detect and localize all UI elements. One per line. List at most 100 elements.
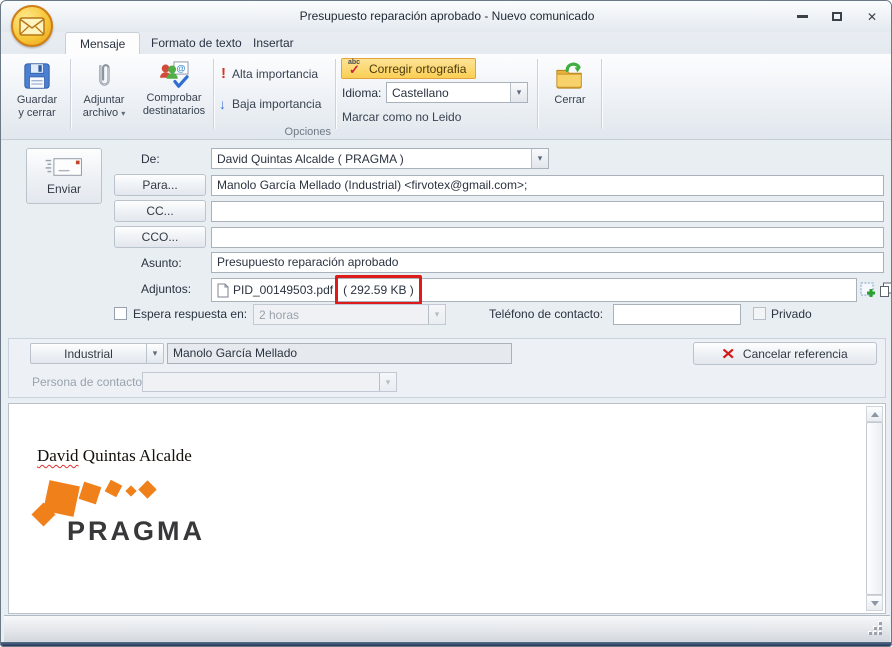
send-label: Enviar — [46, 182, 81, 196]
check-recipients-button[interactable]: @ Comprobar destinatarios — [137, 56, 211, 134]
save-close-button[interactable]: Guardar y cerrar — [7, 56, 67, 134]
document-icon — [217, 283, 229, 297]
copy-icon — [880, 282, 891, 297]
resize-grip[interactable] — [869, 622, 883, 636]
from-value: David Quintas Alcalde ( PRAGMA ) — [217, 151, 404, 166]
cc-button[interactable]: CC... — [114, 200, 206, 222]
save-close-label: Guardar y cerrar — [16, 94, 58, 119]
phone-label: Teléfono de contacto: — [489, 307, 604, 321]
minimize-icon — [796, 15, 808, 18]
reference-type-dropdown[interactable]: ▾ — [146, 343, 164, 364]
language-label: Idioma: — [342, 86, 382, 100]
chevron-down-icon[interactable]: ▾ — [531, 149, 548, 168]
send-button[interactable]: Enviar — [26, 148, 102, 204]
scroll-up-button[interactable] — [866, 406, 883, 422]
folder-exit-icon — [556, 62, 582, 89]
reference-panel: Industrial ▾ Manolo García Mellado ✕ Can… — [8, 338, 886, 398]
attachments-field[interactable]: PID_00149503.pdf ( 292.59 KB ) — [211, 275, 857, 305]
chevron-down-icon[interactable]: ▾ — [510, 83, 527, 102]
arrow-down-icon — [870, 600, 879, 606]
attachment-size-annotation: ( 292.59 KB ) — [335, 275, 422, 305]
pragma-logo-text: PRAGMA — [67, 516, 205, 546]
private-label: Privado — [771, 307, 812, 321]
app-envelope-icon[interactable] — [11, 5, 53, 47]
phone-input[interactable] — [613, 304, 741, 325]
spellcheck-button[interactable]: abc ✓ Corregir ortografia — [341, 58, 477, 79]
reference-type-button[interactable]: Industrial — [30, 343, 147, 364]
cancel-reference-button[interactable]: ✕ Cancelar referencia — [693, 342, 877, 365]
ribbon-tab-row: Mensaje Formato de texto Insertar — [1, 32, 891, 54]
ribbon-separator — [537, 59, 538, 129]
floppy-disk-icon — [24, 63, 50, 89]
recipients-icon: @ — [160, 61, 189, 88]
to-button[interactable]: Para... — [114, 174, 206, 196]
subject-label: Asunto: — [141, 256, 182, 270]
attach-file-label: Adjuntar archivo ▾ — [82, 94, 126, 119]
copy-attachment-button[interactable] — [878, 281, 891, 298]
private-checkbox[interactable] — [753, 307, 766, 320]
send-envelope-icon — [45, 158, 82, 176]
attachment-name[interactable]: PID_00149503.pdf — [233, 283, 333, 298]
cc-field[interactable] — [211, 201, 884, 222]
reference-name-field[interactable]: Manolo García Mellado — [167, 343, 512, 364]
high-importance-button[interactable]: ! Alta importancia — [221, 65, 319, 82]
cancel-reference-label: Cancelar referencia — [742, 346, 848, 361]
window-title: Presupuesto reparación aprobado - Nuevo … — [299, 9, 595, 23]
tab-formato-de-texto[interactable]: Formato de texto — [137, 32, 256, 54]
close-button[interactable]: ✕ — [865, 10, 879, 24]
to-field[interactable]: Manolo García Mellado (Industrial) <firv… — [211, 175, 884, 196]
high-importance-icon: ! — [221, 65, 226, 82]
spellcheck-icon: abc ✓ — [348, 59, 361, 77]
language-select[interactable]: Castellano ▾ — [386, 82, 528, 103]
ribbon-separator — [601, 59, 602, 129]
from-label: De: — [141, 152, 160, 166]
ribbon: Guardar y cerrar Adjuntar archivo ▾ @ Co… — [1, 54, 891, 140]
restore-button[interactable] — [830, 10, 844, 23]
tab-insertar[interactable]: Insertar — [239, 32, 308, 54]
body-scrollbar[interactable] — [866, 406, 883, 611]
chevron-down-icon: ▾ — [152, 348, 158, 358]
titlebar[interactable]: Presupuesto reparación aprobado - Nuevo … — [1, 1, 891, 47]
close-ribbon-label: Cerrar — [554, 94, 586, 106]
mark-unread-button[interactable]: Marcar como no Leido — [342, 110, 461, 124]
scroll-down-button[interactable] — [866, 595, 883, 611]
paperclip-icon — [99, 64, 110, 86]
wait-response-value: 2 horas — [259, 307, 300, 322]
restore-icon — [832, 12, 842, 21]
contact-person-label: Persona de contacto: — [32, 375, 146, 389]
svg-text:@: @ — [176, 63, 185, 73]
tab-mensaje[interactable]: Mensaje — [65, 32, 141, 54]
high-importance-label: Alta importancia — [232, 67, 319, 81]
ribbon-separator — [70, 59, 71, 129]
chevron-down-icon: ▾ — [428, 305, 445, 324]
low-importance-button[interactable]: ↓ Baja importancia — [219, 97, 321, 111]
low-importance-label: Baja importancia — [232, 97, 322, 111]
status-bar — [4, 615, 890, 643]
ribbon-separator — [335, 59, 336, 129]
arrow-up-icon — [870, 411, 879, 417]
cancel-x-icon: ✕ — [721, 345, 736, 363]
window-bottom-border — [1, 642, 891, 646]
contact-person-select: ▾ — [142, 372, 397, 392]
spellcheck-label: Corregir ortografia — [369, 61, 467, 76]
low-importance-icon: ↓ — [219, 96, 226, 112]
wait-response-checkbox[interactable] — [114, 307, 127, 320]
compose-window: Presupuesto reparación aprobado - Nuevo … — [0, 0, 892, 647]
ribbon-separator — [213, 59, 214, 129]
from-select[interactable]: David Quintas Alcalde ( PRAGMA ) ▾ — [211, 148, 549, 169]
attach-file-button[interactable]: Adjuntar archivo ▾ — [74, 56, 134, 134]
close-ribbon-button[interactable]: Cerrar — [543, 56, 597, 134]
wait-response-label: Espera respuesta en: — [133, 307, 248, 321]
options-group-label: Opciones — [284, 126, 331, 138]
signature-text: David Quintas Alcalde — [37, 446, 192, 465]
bcc-button[interactable]: CCO... — [114, 226, 206, 248]
wait-response-select: 2 horas ▾ — [253, 304, 446, 325]
minimize-button[interactable] — [795, 10, 809, 23]
message-body-editor[interactable]: David Quintas Alcalde PRAGMA — [8, 403, 886, 614]
add-attachment-button[interactable] — [859, 281, 876, 298]
language-value: Castellano — [392, 85, 449, 100]
subject-field[interactable]: Presupuesto reparación aprobado — [211, 252, 884, 273]
bcc-field[interactable] — [211, 227, 884, 248]
scrollbar-thumb[interactable] — [866, 422, 883, 595]
attachment-size: ( 292.59 KB ) — [343, 283, 414, 297]
